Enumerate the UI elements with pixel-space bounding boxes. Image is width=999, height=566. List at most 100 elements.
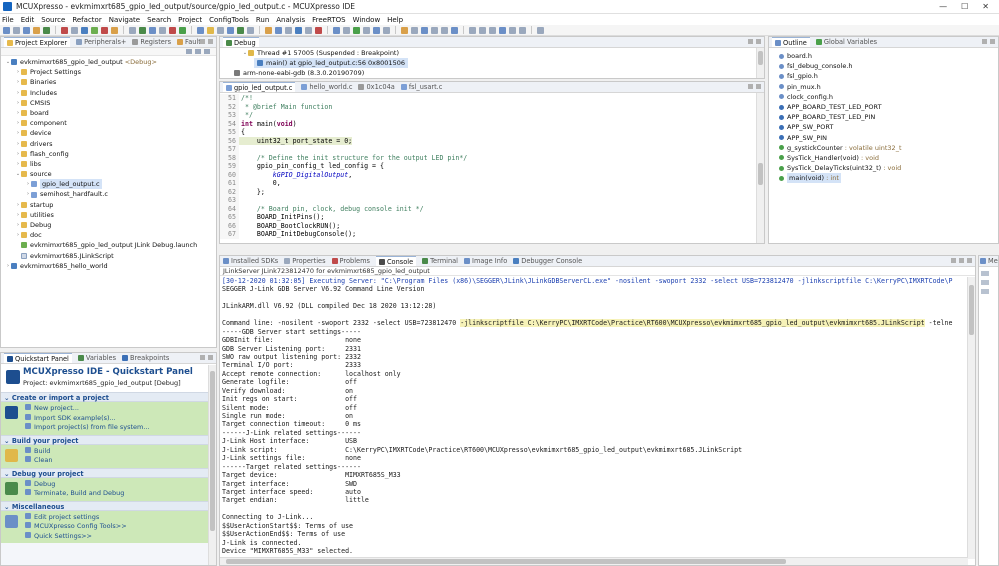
- tab-debug[interactable]: Debug: [223, 37, 259, 47]
- close-icon[interactable]: ✕: [982, 2, 989, 11]
- link-editor-icon[interactable]: [195, 49, 201, 54]
- toolbar-button-icon[interactable]: [3, 26, 10, 34]
- menu-item-navigate[interactable]: Navigate: [109, 16, 140, 24]
- project-tree-item[interactable]: ⌄ evkmimxrt685_gpio_led_output <Debug>: [5, 57, 216, 67]
- quickstart-section-header[interactable]: ⌄ Debug your project: [1, 467, 216, 478]
- toolbar-button-icon[interactable]: [305, 26, 312, 34]
- outline-item[interactable]: g_systickCounter : volatile uint32_t: [779, 143, 998, 153]
- quickstart-link[interactable]: Edit project settings: [25, 512, 216, 523]
- toolbar-button-icon[interactable]: [13, 26, 20, 34]
- toolbar-button-icon[interactable]: [237, 26, 244, 34]
- toolbar-button-icon[interactable]: [373, 26, 380, 34]
- outline-item[interactable]: APP_BOARD_TEST_LED_PORT: [779, 102, 998, 112]
- project-tree-item[interactable]: › libs: [5, 159, 216, 169]
- project-tree-item[interactable]: › board: [5, 108, 216, 118]
- code-line[interactable]: 54 int main(void): [220, 119, 764, 128]
- project-tree-item[interactable]: › component: [5, 118, 216, 128]
- quickstart-section-header[interactable]: ⌄ Create or import a project: [1, 392, 216, 402]
- project-tree-item[interactable]: › Binaries: [5, 77, 216, 87]
- toolbar-button-icon[interactable]: [451, 26, 458, 34]
- code-line[interactable]: 62 };: [220, 187, 764, 196]
- toolbar-button-icon[interactable]: [23, 26, 30, 34]
- toolbar-button-icon[interactable]: [129, 26, 136, 34]
- quickstart-link[interactable]: New project...: [25, 404, 216, 414]
- outline-item[interactable]: SysTick_DelayTicks(uint32_t) : void: [779, 163, 998, 173]
- minimize-view-icon[interactable]: [959, 258, 964, 263]
- toolbar-button-icon[interactable]: [537, 26, 544, 34]
- console-tab[interactable]: Properties: [284, 257, 326, 265]
- minimize-view-icon[interactable]: [982, 39, 987, 44]
- chevron-down-icon[interactable]: ⌄: [4, 470, 12, 478]
- tab-breakpoints[interactable]: Breakpoints: [122, 354, 169, 362]
- project-tree-item[interactable]: › Includes: [5, 88, 216, 98]
- menu-item-search[interactable]: Search: [147, 16, 171, 24]
- code-line[interactable]: 55{: [220, 128, 764, 137]
- add-monitor-icon[interactable]: [981, 271, 989, 276]
- project-tree-item[interactable]: › device: [5, 128, 216, 138]
- minimize-view-icon[interactable]: [200, 39, 205, 44]
- project-tree-item[interactable]: › startup: [5, 200, 216, 210]
- minimize-view-icon[interactable]: [748, 39, 753, 44]
- console-hscrollbar[interactable]: [220, 557, 968, 565]
- menu-item-project[interactable]: Project: [178, 16, 202, 24]
- code-line[interactable]: 53 */: [220, 111, 764, 120]
- view-menu-icon[interactable]: [204, 49, 210, 54]
- debug-frame-row[interactable]: main() at gpio_led_output.c:56 0x8001506: [220, 58, 764, 69]
- toolbar-button-icon[interactable]: [91, 26, 98, 34]
- maximize-view-icon[interactable]: [990, 39, 995, 44]
- tab-outline[interactable]: Outline: [772, 37, 810, 47]
- maximize-view-icon[interactable]: [208, 39, 213, 44]
- project-tree-item[interactable]: › gpio_led_output.c: [5, 179, 216, 190]
- remove-monitor-icon[interactable]: [981, 280, 989, 285]
- maximize-view-icon[interactable]: [967, 258, 972, 263]
- toolbar-button-icon[interactable]: [247, 26, 254, 34]
- tab-peripherals[interactable]: Peripherals+: [76, 38, 126, 46]
- minimize-view-icon[interactable]: [200, 355, 205, 360]
- outline-item[interactable]: APP_SW_PORT: [779, 122, 998, 132]
- code-area[interactable]: 51/*! 52 * @brief Main function 53 */54 int…: [220, 93, 764, 239]
- toolbar-button-icon[interactable]: [489, 26, 496, 34]
- code-line[interactable]: 67 BOARD_InitDebugConsole();: [220, 230, 764, 239]
- project-tree-item[interactable]: evkmimxrt685.JLinkScript: [5, 251, 216, 261]
- toolbar-button-icon[interactable]: [197, 26, 204, 34]
- outline-item[interactable]: APP_BOARD_TEST_LED_PIN: [779, 112, 998, 122]
- quickstart-link[interactable]: Quick Settings>>: [25, 531, 216, 542]
- quickstart-section-header[interactable]: ⌄ Build your project: [1, 434, 216, 445]
- quickstart-link[interactable]: Build: [25, 446, 216, 457]
- toolbar-button-icon[interactable]: [101, 26, 108, 34]
- console-tab[interactable]: Problems: [331, 257, 370, 265]
- outline-item[interactable]: main(void) : int: [779, 173, 998, 184]
- code-line[interactable]: 66 BOARD_BootClockRUN();: [220, 221, 764, 230]
- toolbar-button-icon[interactable]: [207, 26, 214, 34]
- console-tab[interactable]: Terminal: [422, 257, 458, 265]
- menu-item-source[interactable]: Source: [41, 16, 65, 24]
- outline-item[interactable]: fsl_debug_console.h: [779, 61, 998, 71]
- editor-tab[interactable]: gpio_led_output.c: [223, 82, 296, 92]
- editor-tab[interactable]: 0x1c04a: [358, 83, 395, 91]
- console-tab[interactable]: Console: [375, 256, 417, 266]
- code-line[interactable]: 64 /* Board pin, clock, debug console in…: [220, 204, 764, 213]
- code-line[interactable]: 51/*!: [220, 94, 764, 103]
- toolbar-button-icon[interactable]: [217, 26, 224, 34]
- quickstart-scrollbar[interactable]: [208, 365, 216, 565]
- toolbar-button-icon[interactable]: [179, 26, 186, 34]
- project-tree-item[interactable]: › flash_config: [5, 149, 216, 159]
- toolbar-button-icon[interactable]: [401, 26, 408, 34]
- toolbar-button-icon[interactable]: [431, 26, 438, 34]
- project-tree-item[interactable]: ⌄ source: [5, 169, 216, 179]
- quickstart-link[interactable]: Clean: [25, 456, 216, 466]
- toolbar-button-icon[interactable]: [441, 26, 448, 34]
- project-tree-item[interactable]: › evkmimxrt685_hello_world: [5, 261, 216, 271]
- debug-scrollbar[interactable]: [756, 48, 764, 78]
- toolbar-button-icon[interactable]: [383, 26, 390, 34]
- toolbar-button-icon[interactable]: [33, 26, 40, 34]
- menu-item-run[interactable]: Run: [256, 16, 269, 24]
- toolbar-button-icon[interactable]: [71, 26, 78, 34]
- maximize-view-icon[interactable]: [756, 84, 761, 89]
- menu-item-refactor[interactable]: Refactor: [72, 16, 101, 24]
- menu-item-file[interactable]: File: [2, 16, 14, 24]
- editor-scrollbar[interactable]: [756, 93, 764, 243]
- code-line[interactable]: 52 * @brief Main function: [220, 102, 764, 111]
- toolbar-button-icon[interactable]: [421, 26, 428, 34]
- toolbar-button-icon[interactable]: [275, 26, 282, 34]
